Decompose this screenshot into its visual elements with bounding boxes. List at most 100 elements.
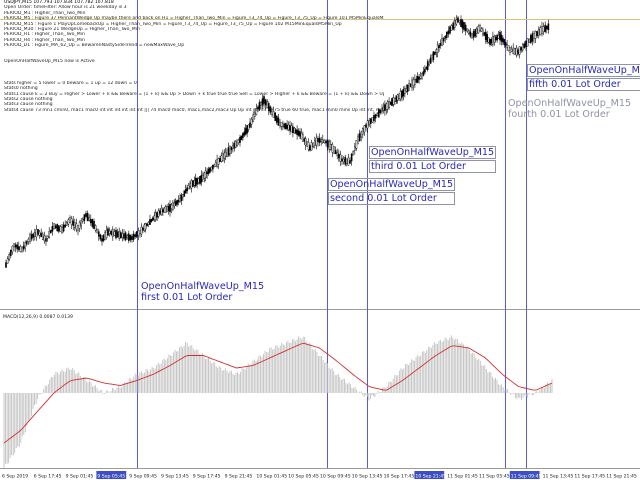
- candle-body: [124, 232, 127, 241]
- candle-body: [46, 235, 49, 239]
- candle-body: [144, 223, 147, 230]
- time-axis-label: 6 Sep 17:45: [34, 474, 62, 480]
- candle-body: [497, 35, 500, 39]
- candle-body: [517, 49, 519, 55]
- time-axis-label: 9 Sep 21:45: [225, 474, 253, 480]
- candle-body: [6, 258, 9, 264]
- candle-body: [207, 168, 210, 175]
- candle-body: [366, 120, 369, 129]
- candle-body: [134, 234, 137, 237]
- candle-body: [406, 84, 409, 92]
- candle-body: [217, 158, 220, 165]
- candle-body: [180, 194, 183, 202]
- candle-body: [452, 22, 455, 30]
- candle-body: [455, 19, 458, 25]
- candle-body: [405, 88, 408, 92]
- info-panel: USDJPY,M15 107.793 107.834 107.782 107.8…: [4, 0, 384, 113]
- order-label-second[interactable]: OpenOnHalfWaveUp_M15 second 0.01 Lot Ord…: [328, 178, 456, 206]
- candle-body: [450, 25, 453, 31]
- candle-body: [418, 76, 420, 80]
- candle-body: [199, 175, 201, 185]
- candle-body: [86, 212, 89, 222]
- order-label-first[interactable]: OpenOnHalfWaveUp_M15 first 0.01 Lot Orde…: [141, 281, 264, 303]
- candle-body: [127, 233, 130, 241]
- candle-body: [374, 114, 377, 119]
- time-axis-label: 10 Sep 13:45: [352, 474, 383, 480]
- candle-body: [247, 124, 250, 130]
- time-axis-label: 9 Sep 13:45: [161, 474, 189, 480]
- candle-body: [408, 83, 410, 91]
- candle-body: [196, 178, 198, 185]
- candle-body: [531, 33, 534, 42]
- candle-body: [5, 262, 7, 268]
- candle-body: [232, 145, 234, 149]
- candle-body: [32, 233, 34, 238]
- candle-body: [402, 88, 405, 97]
- candle-body: [237, 139, 240, 144]
- candle-body: [204, 170, 207, 179]
- order-label-text: first 0.01 Lot Order: [141, 292, 233, 303]
- order-label-fourth[interactable]: OpenOnHalfWaveUp_M15 fourth 0.01 Lot Ord…: [508, 98, 631, 120]
- candle-body: [457, 17, 459, 23]
- candle-body: [65, 222, 68, 226]
- candle-body: [240, 135, 243, 140]
- candle-body: [64, 224, 66, 228]
- candle-body: [310, 142, 313, 151]
- candle-body: [216, 159, 218, 167]
- order-label-third[interactable]: OpenOnHalfWaveUp_M15 third 0.01 Lot Orde…: [369, 146, 497, 174]
- candle-body: [480, 28, 483, 32]
- candle-body: [38, 231, 41, 236]
- candle-body: [192, 180, 194, 187]
- candle-body: [534, 31, 537, 39]
- candle-body: [341, 158, 343, 162]
- candle-body: [174, 201, 177, 206]
- chart-window[interactable]: 6 Sep 2019 6 Sep 17:45 9 Sep 01:45 9 Sep 05…: [0, 0, 640, 480]
- candle-body: [26, 241, 28, 245]
- candle-body: [22, 245, 25, 250]
- candle-body: [409, 83, 412, 87]
- candle-body: [494, 37, 497, 41]
- candle-body: [385, 103, 388, 110]
- candle-body: [458, 20, 461, 23]
- candle-body: [99, 234, 102, 240]
- candle-body: [146, 223, 148, 227]
- candle-body: [233, 143, 236, 149]
- macd-indicator-label: MACD(12,26,9) 0.0087 0.0139: [3, 315, 73, 320]
- candle-body: [282, 123, 284, 128]
- candle-body: [157, 210, 160, 217]
- candle-body: [116, 231, 119, 238]
- candle-body: [160, 207, 163, 216]
- candle-body: [8, 253, 11, 260]
- candle-body: [283, 123, 286, 128]
- candle-body: [441, 37, 443, 47]
- candle-body: [346, 158, 348, 164]
- order-label-fifth[interactable]: OpenOnHalfWaveUp_M15 fifth 0.01 Lot Orde…: [527, 64, 640, 92]
- candle-body: [442, 37, 445, 42]
- candle-body: [132, 233, 135, 240]
- candle-body: [113, 231, 116, 236]
- candle-body: [14, 244, 17, 248]
- candle-body: [140, 226, 143, 235]
- candle-body: [464, 24, 467, 32]
- candle-body: [472, 31, 475, 38]
- candle-body: [35, 229, 38, 238]
- candle-body: [67, 219, 70, 225]
- candle-body: [193, 180, 196, 186]
- candle-body: [152, 217, 154, 221]
- candle-body: [446, 31, 448, 38]
- candle-body: [119, 232, 122, 239]
- candle-body: [463, 22, 465, 31]
- time-axis-label: 9 Sep 01:45: [66, 474, 94, 480]
- candle-body: [533, 33, 535, 39]
- candle-body: [392, 97, 395, 105]
- candle-body: [339, 154, 342, 162]
- time-axis-label: 11 Sep 05:45: [479, 474, 510, 480]
- candle-body: [24, 242, 27, 249]
- candle-body: [189, 183, 191, 187]
- time-axis-label: 11 Sep 13:45: [543, 474, 574, 480]
- candle-body: [389, 101, 392, 105]
- candle-body: [147, 222, 150, 225]
- candle-body: [449, 26, 451, 34]
- candle-body: [492, 36, 494, 45]
- candle-body: [530, 35, 532, 44]
